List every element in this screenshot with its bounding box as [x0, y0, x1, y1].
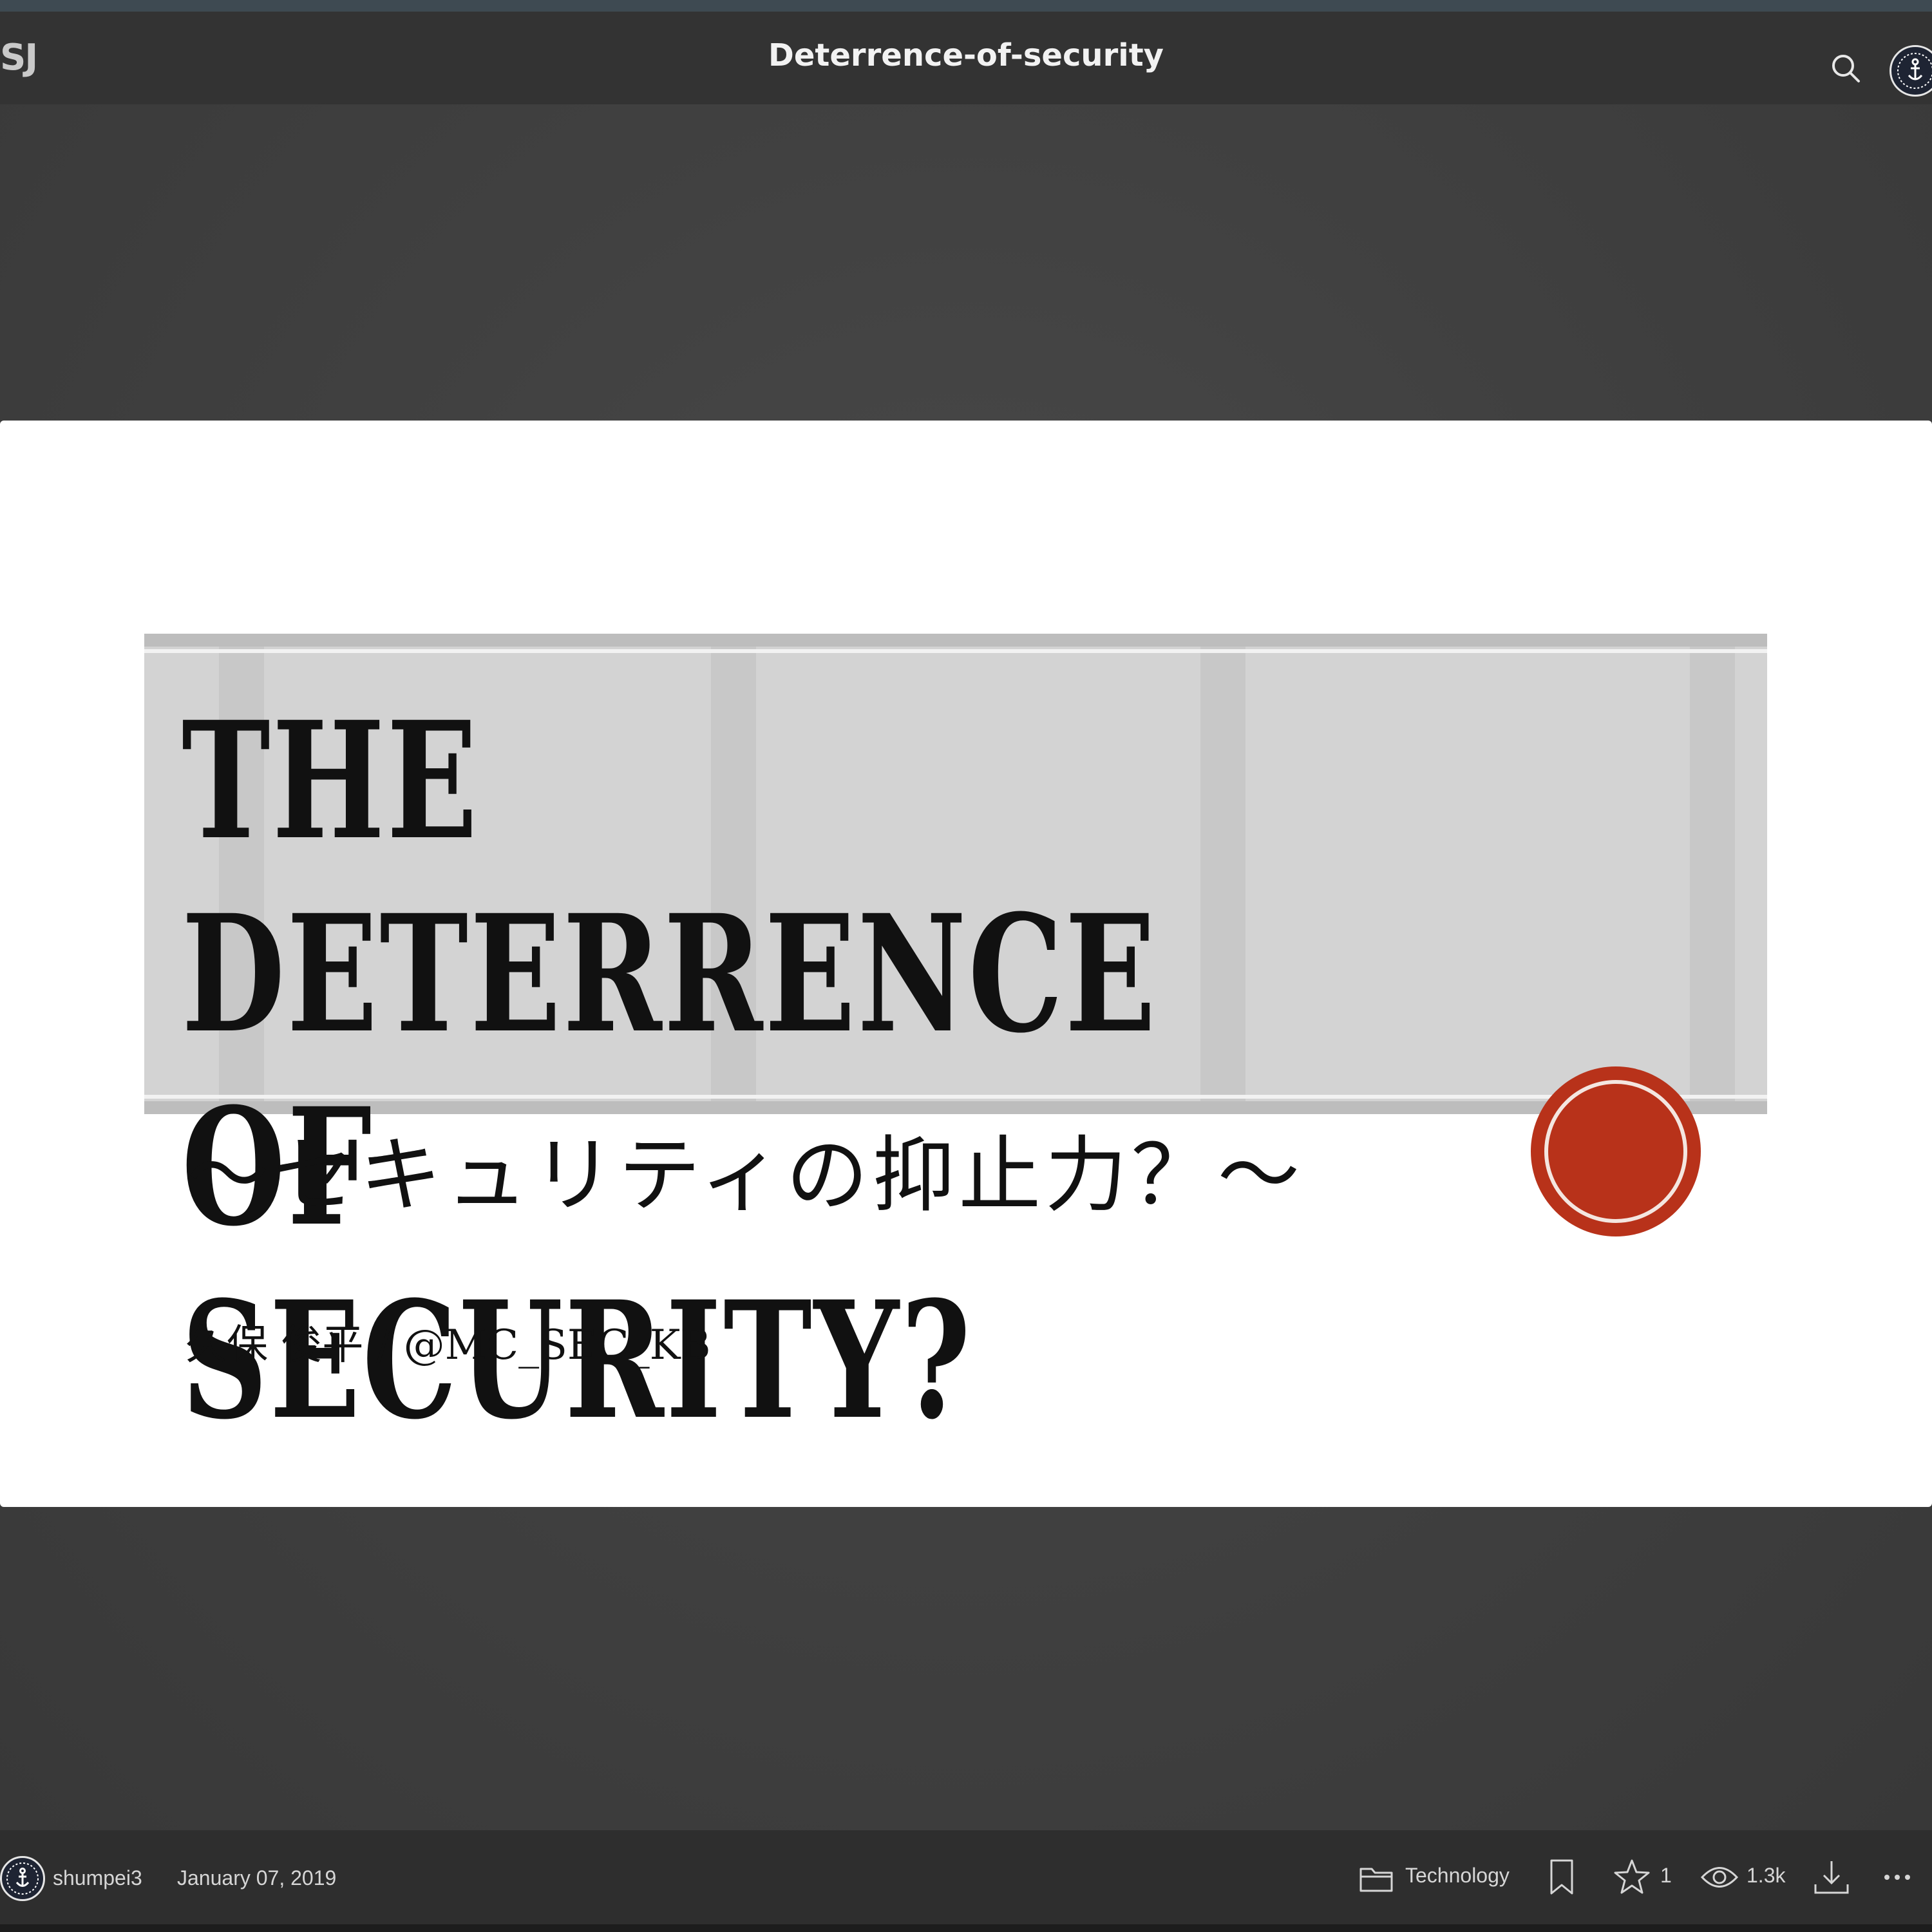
slide-author: 久保 俊平 / @MC_SEC_KB — [185, 1321, 711, 1369]
red-seal-graphic — [1531, 1066, 1701, 1236]
anchor-icon — [1897, 53, 1932, 89]
bottom-edge — [0, 1924, 1932, 1932]
category-link[interactable]: Technology — [1405, 1862, 1510, 1888]
author-avatar[interactable] — [0, 1856, 45, 1901]
star-icon[interactable] — [1613, 1859, 1651, 1896]
banner-texture — [1690, 634, 1735, 1114]
anchor-icon — [6, 1862, 39, 1895]
search-button[interactable] — [1828, 50, 1864, 86]
search-icon — [1832, 55, 1860, 82]
eye-icon — [1700, 1867, 1739, 1888]
view-count: 1.3k — [1747, 1864, 1786, 1887]
bookmark-icon[interactable] — [1548, 1859, 1575, 1896]
download-icon[interactable] — [1812, 1859, 1851, 1896]
star-count: 1 — [1660, 1864, 1672, 1887]
banner-rule — [144, 649, 1767, 653]
folder-icon — [1359, 1868, 1393, 1892]
publish-date: January 07, 2019 — [177, 1866, 337, 1889]
page-title: Deterrence-of-security — [768, 37, 1164, 73]
window-top-strip — [0, 0, 1932, 12]
banner-rule — [144, 634, 1767, 647]
slide-subtitle: ～セキュリティの抑止力？～ — [187, 1128, 1304, 1224]
top-bar: SJ Deterrence-of-security — [0, 12, 1932, 104]
user-avatar[interactable] — [1889, 45, 1932, 97]
author-name[interactable]: shumpei3 — [53, 1865, 142, 1891]
more-icon[interactable] — [1883, 1873, 1911, 1882]
